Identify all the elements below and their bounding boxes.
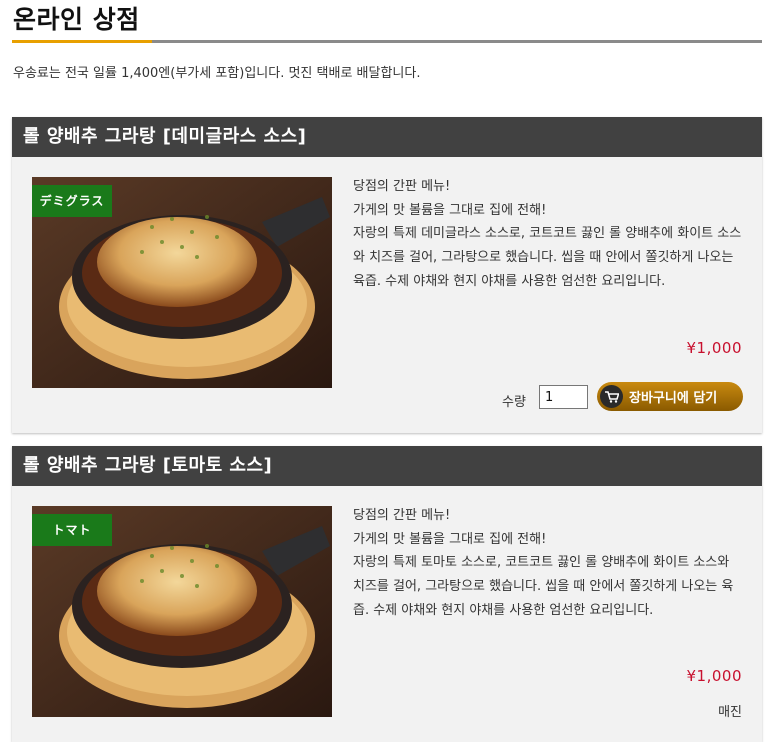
cart-icon [600, 385, 623, 408]
add-to-cart-label: 장바구니에 담기 [629, 391, 718, 406]
product-price: ¥1,000 [686, 339, 742, 357]
add-to-cart-button[interactable]: 장바구니에 담기 [597, 382, 743, 411]
product-tag: トマト [32, 514, 112, 546]
product-description: 당점의 간판 메뉴! 가게의 맛 볼륨을 그대로 집에 전해! 자랑의 특제 토… [353, 504, 743, 623]
product-title: 롤 양배추 그라탕 [토마토 소스] [12, 446, 762, 486]
product-photo: デミグラス [32, 177, 332, 388]
title-underline [12, 40, 762, 43]
quantity-label: 수량 [502, 395, 526, 410]
product-card: 롤 양배추 그라탕 [토마토 소스] トマト 당점의 간판 메뉴! 가게의 맛 … [12, 446, 762, 742]
page-title: 온라인 상점 [13, 5, 140, 34]
quantity-input[interactable] [539, 385, 588, 409]
product-title: 롤 양배추 그라탕 [데미글라스 소스] [12, 117, 762, 157]
product-photo: トマト [32, 506, 332, 717]
description-text: 당점의 간판 메뉴! 가게의 맛 볼륨을 그대로 집에 전해! 자랑의 특제 데… [353, 179, 742, 289]
product-description: 당점의 간판 메뉴! 가게의 맛 볼륨을 그대로 집에 전해! 자랑의 특제 데… [353, 175, 743, 294]
product-card: 롤 양배추 그라탕 [데미글라스 소스] デミグラス 당점의 간판 메뉴! 가게… [12, 117, 762, 433]
sold-out-label: 매진 [718, 705, 742, 720]
product-price: ¥1,000 [686, 667, 742, 685]
title-underline-accent [12, 40, 152, 43]
product-tag: デミグラス [32, 185, 112, 217]
shipping-note: 우송료는 전국 일률 1,400엔(부가세 포함)입니다. 멋진 택배로 배달합… [13, 66, 421, 81]
description-text: 당점의 간판 메뉴! 가게의 맛 볼륨을 그대로 집에 전해! 자랑의 특제 토… [353, 508, 734, 618]
